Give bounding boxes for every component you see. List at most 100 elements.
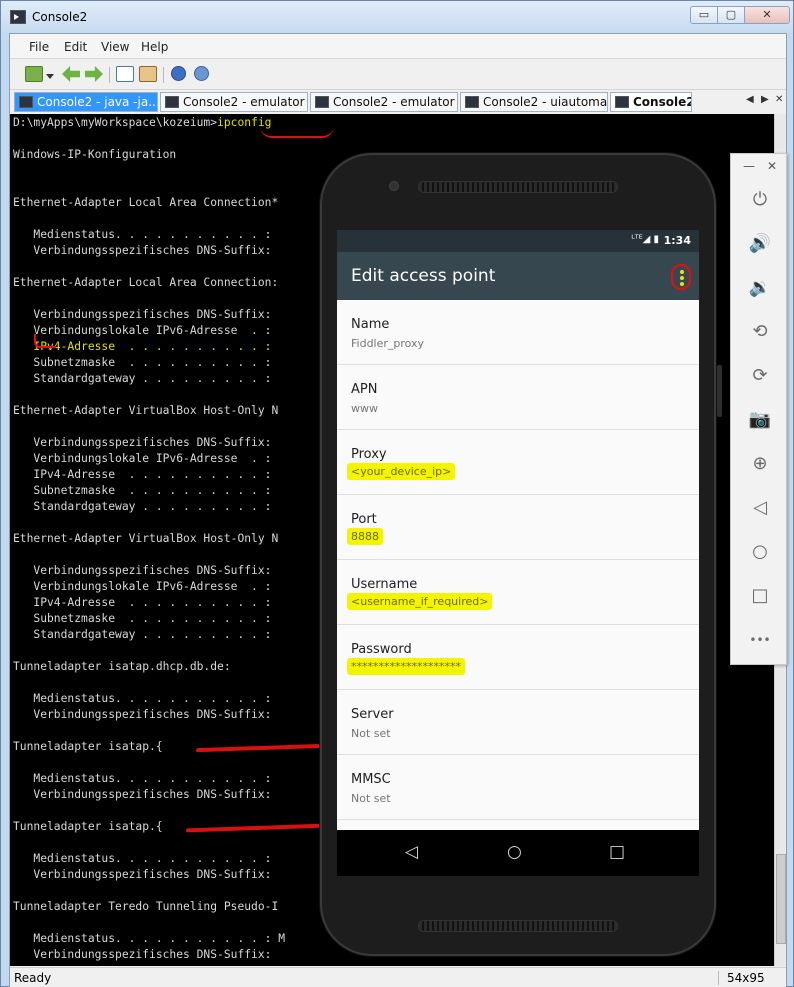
- pref-name[interactable]: Name Fiddler_proxy: [337, 300, 699, 365]
- console-line: Verbindungsspezifisches DNS-Suffix:: [13, 948, 272, 961]
- scrollbar-thumb[interactable]: [776, 854, 786, 944]
- tab-console-current[interactable]: Console2: [610, 92, 692, 112]
- android-status-bar: ᴸᵀᴱ◢ ▮ 1:34: [337, 230, 699, 252]
- pref-label: Password: [351, 642, 412, 657]
- overflow-dots-icon: [680, 270, 684, 288]
- console-line: Medienstatus. . . . . . . . . . . :: [13, 852, 272, 865]
- home-icon[interactable]: ○: [748, 540, 772, 564]
- tab-console-uiautomator[interactable]: Console2 - uiautomat...: [460, 92, 608, 112]
- pref-server[interactable]: Server Not set: [337, 690, 699, 755]
- menu-bar: File Edit View Help: [10, 34, 786, 59]
- console-line: Medienstatus. . . . . . . . . . . :: [13, 772, 272, 785]
- paste-icon[interactable]: [139, 66, 157, 82]
- pref-port[interactable]: Port 8888: [337, 495, 699, 560]
- ipv4-annotation: [34, 334, 56, 348]
- pref-username[interactable]: Username <username_if_required>: [337, 560, 699, 625]
- dropdown-arrow-icon[interactable]: [46, 74, 54, 79]
- redaction-mark: [185, 823, 327, 833]
- forward-icon[interactable]: [85, 66, 103, 82]
- tab-console-emulator-1[interactable]: Console2 - emulator ...: [160, 92, 308, 112]
- console-line: Tunneladapter Teredo Tunneling Pseudo-I: [13, 900, 279, 913]
- front-camera-icon: [389, 181, 399, 191]
- tab-console-emulator-2[interactable]: Console2 - emulator ...: [310, 92, 458, 112]
- status-text: Ready: [14, 971, 52, 985]
- console-line: IPv4-Adresse . . . . . . . . . . :: [13, 468, 272, 481]
- new-tab-icon[interactable]: [25, 66, 43, 82]
- pref-value: ********************: [347, 658, 465, 675]
- console-tab-icon: [615, 96, 629, 108]
- minimize-button[interactable]: ▭: [690, 6, 718, 24]
- pref-label: Proxy: [351, 447, 387, 462]
- pref-value: Fiddler_proxy: [351, 337, 425, 350]
- tab-console-java[interactable]: Console2 - java -ja...: [14, 92, 158, 112]
- pref-value: <your_device_ip>: [347, 463, 456, 480]
- tab-scroll-right-icon[interactable]: ▶: [761, 94, 769, 105]
- status-bar: Ready 54x95: [10, 967, 786, 987]
- console-line: Ethernet-Adapter VirtualBox Host-Only N: [13, 532, 279, 545]
- console-line: Subnetzmaske . . . . . . . . . . :: [13, 356, 272, 369]
- console-line: Verbindungsspezifisches DNS-Suffix:: [13, 436, 272, 449]
- tab-close-icon[interactable]: ✕: [775, 94, 783, 105]
- console-line: Windows-IP-Konfiguration: [13, 148, 177, 161]
- volume-up-icon[interactable]: 🔊: [748, 232, 772, 256]
- zoom-icon[interactable]: ⊕: [748, 452, 772, 476]
- command-annotation: [260, 126, 334, 138]
- console-line: Verbindungslokale IPv6-Adresse . :: [13, 452, 272, 465]
- help-icon[interactable]: [194, 66, 209, 81]
- overview-icon[interactable]: □: [748, 584, 772, 608]
- console-prompt-line: D:\myApps\myWorkspace\kozeium>ipconfig: [13, 116, 271, 129]
- pref-value: www: [351, 402, 378, 415]
- more-icon[interactable]: •••: [748, 628, 772, 652]
- bottom-speaker: [418, 920, 618, 932]
- back-icon[interactable]: ◁: [748, 496, 772, 520]
- nav-back-icon[interactable]: ◁: [405, 842, 418, 862]
- console-line: Verbindungsspezifisches DNS-Suffix:: [13, 564, 272, 577]
- console-line: Subnetzmaske . . . . . . . . . . :: [13, 612, 272, 625]
- pref-apn[interactable]: APN www: [337, 365, 699, 430]
- rotate-left-icon[interactable]: ⟲: [748, 320, 772, 344]
- close-button[interactable]: ✕: [744, 6, 790, 24]
- camera-icon[interactable]: 📷: [748, 408, 772, 432]
- maximize-button[interactable]: ▢: [717, 6, 745, 24]
- android-nav-bar: ◁ ○ □: [337, 830, 699, 876]
- back-icon[interactable]: [62, 66, 80, 82]
- android-screen: ᴸᵀᴱ◢ ▮ 1:34 Edit access point Name Fiddl…: [337, 230, 699, 876]
- pref-label: MMSC: [351, 772, 391, 787]
- menu-file[interactable]: File: [29, 40, 49, 54]
- rotate-right-icon[interactable]: ⟳: [748, 364, 772, 388]
- menu-edit[interactable]: Edit: [64, 40, 87, 54]
- pref-proxy[interactable]: Proxy <your_device_ip>: [337, 430, 699, 495]
- console-line: Standardgateway . . . . . . . . . :: [13, 500, 272, 513]
- console-line: Standardgateway . . . . . . . . . :: [13, 628, 272, 641]
- volume-down-icon[interactable]: 🔉: [748, 276, 772, 300]
- tab-scroll-left-icon[interactable]: ◀: [746, 94, 754, 105]
- console-line: Verbindungsspezifisches DNS-Suffix:: [13, 708, 272, 721]
- tab-label: Console2 - uiautomat...: [483, 95, 608, 109]
- window-title: Console2: [32, 10, 88, 24]
- pref-label: Port: [351, 512, 377, 527]
- tab-label: Console2 - java -ja...: [37, 95, 158, 109]
- menu-view[interactable]: View: [101, 40, 129, 54]
- panel-minimize-button[interactable]: —: [743, 159, 755, 173]
- console-line: Verbindungsspezifisches DNS-Suffix:: [13, 788, 272, 801]
- pref-password[interactable]: Password ********************: [337, 625, 699, 690]
- title-bar[interactable]: Console2 ▭ ▢ ✕: [1, 1, 793, 33]
- menu-help[interactable]: Help: [141, 40, 168, 54]
- console-line: Medienstatus. . . . . . . . . . . : M: [13, 932, 286, 945]
- side-button[interactable]: [717, 365, 722, 417]
- info-icon[interactable]: [171, 66, 186, 81]
- nav-recents-icon[interactable]: □: [609, 842, 625, 862]
- overflow-menu-button[interactable]: [671, 264, 691, 290]
- emulator-control-panel: — ✕ ⏻ 🔊 🔉 ⟲ ⟳ 📷 ⊕ ◁ ○ □ •••: [730, 153, 787, 665]
- power-icon[interactable]: ⏻: [748, 188, 772, 212]
- pref-mmsc[interactable]: MMSC Not set: [337, 755, 699, 820]
- panel-close-button[interactable]: ✕: [767, 159, 777, 173]
- console-line: Verbindungsspezifisches DNS-Suffix:: [13, 244, 272, 257]
- pref-label: APN: [351, 382, 378, 397]
- screen-title: Edit access point: [351, 266, 496, 286]
- console-tab-icon: [19, 96, 33, 108]
- console-line: Tunneladapter isatap.{: [13, 740, 163, 753]
- copy-icon[interactable]: [116, 66, 134, 82]
- nav-home-icon[interactable]: ○: [507, 842, 522, 862]
- top-speaker: [418, 181, 618, 193]
